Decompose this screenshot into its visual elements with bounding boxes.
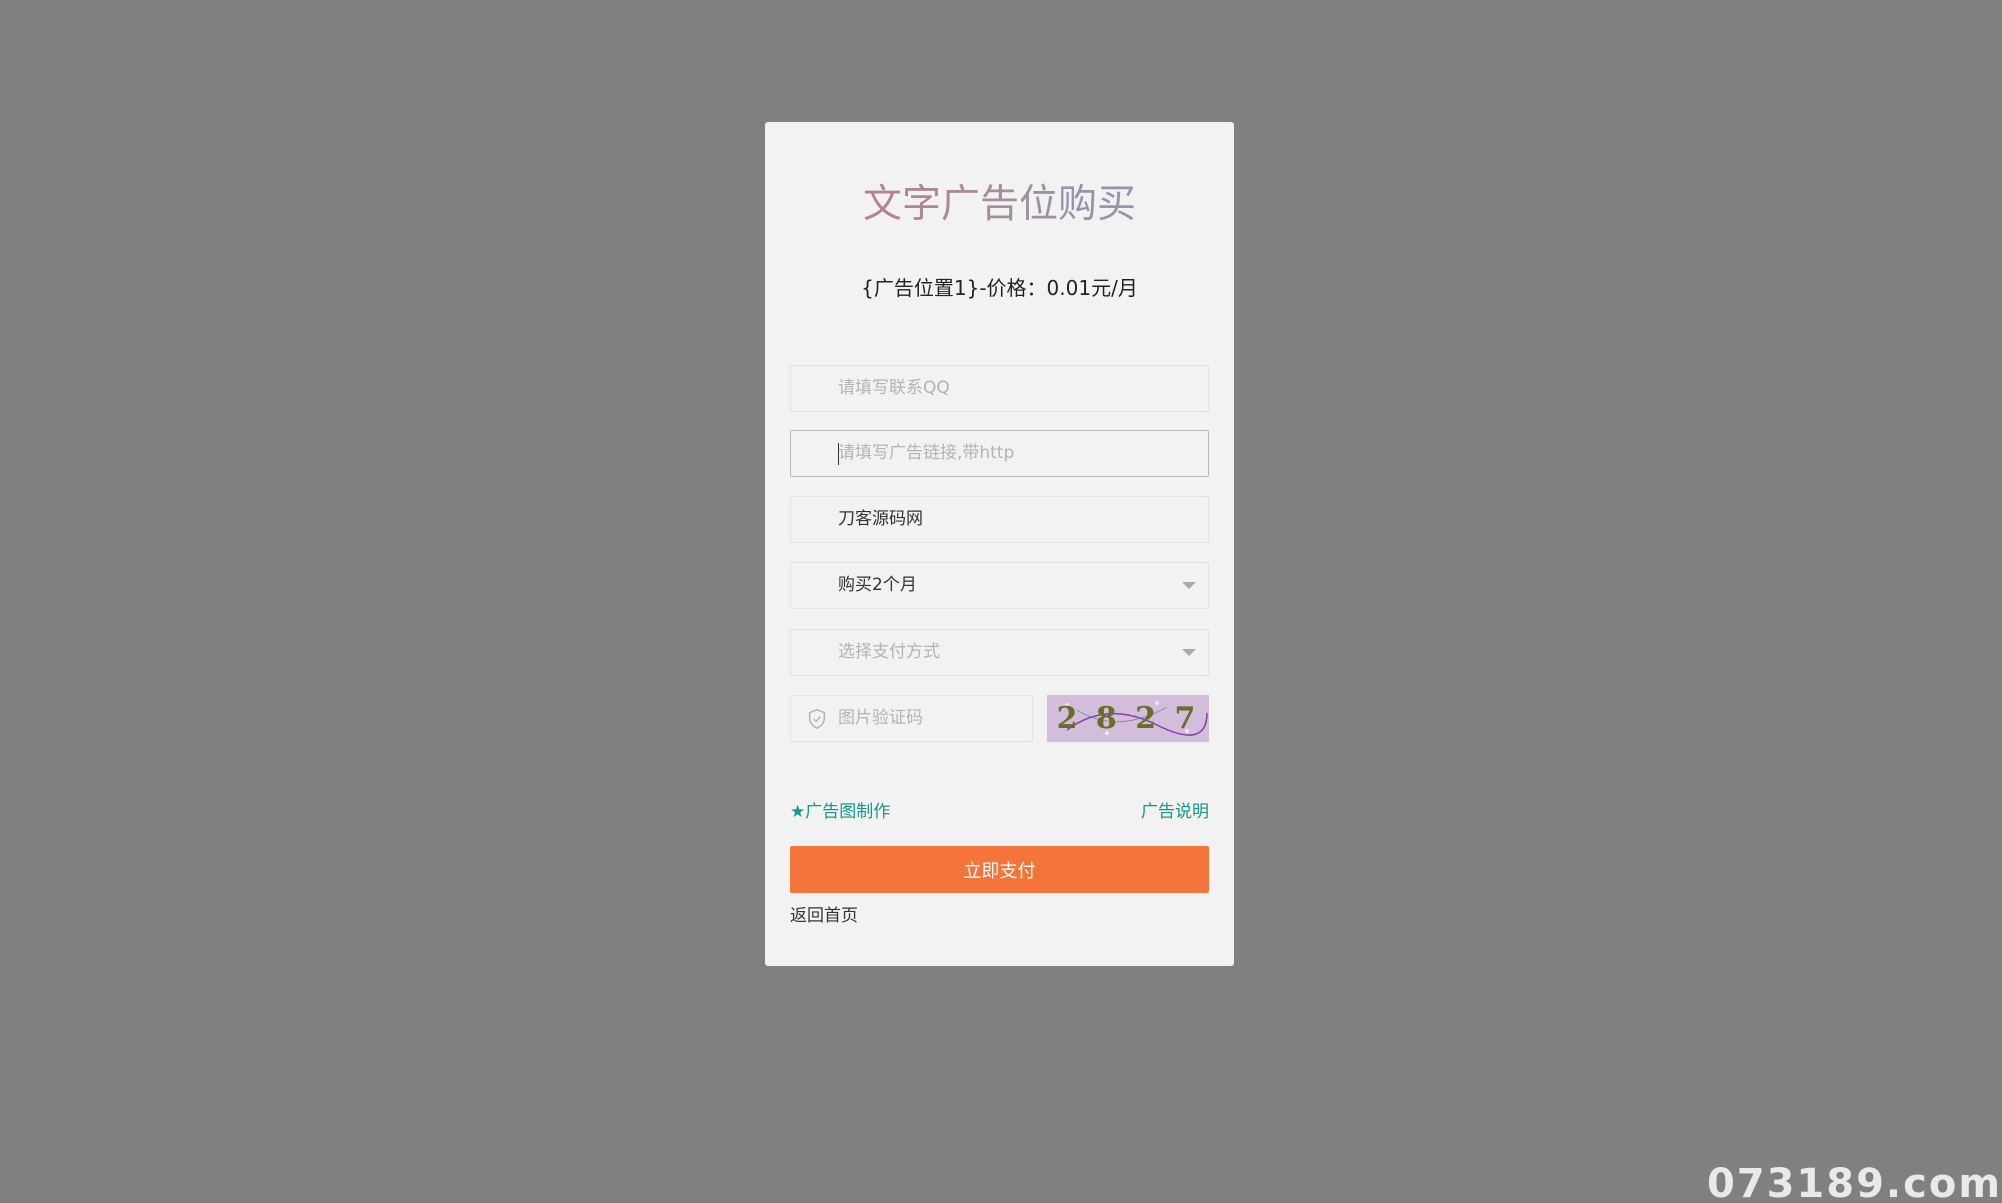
months-selected-value: 购买2个月 — [838, 575, 917, 595]
purchase-card: 文字广告位购买 {广告位置1}-价格：0.01元/月 购买2个月 选择支付方式 — [765, 122, 1234, 966]
payment-method-select[interactable]: 选择支付方式 — [790, 629, 1209, 676]
chevron-down-icon — [1182, 582, 1196, 589]
page: 文字广告位购买 {广告位置1}-价格：0.01元/月 购买2个月 选择支付方式 — [0, 0, 2002, 1203]
captcha-image[interactable]: 2 8 2 7 — [1047, 695, 1209, 742]
qq-field[interactable] — [790, 365, 1209, 412]
ad-url-field[interactable] — [790, 430, 1209, 477]
qq-input[interactable] — [838, 366, 1178, 411]
pay-now-button[interactable]: 立即支付 — [790, 846, 1209, 893]
ad-url-input[interactable] — [838, 431, 1178, 476]
ad-name-field[interactable] — [790, 496, 1209, 543]
captcha-input[interactable] — [838, 696, 1018, 741]
payment-method-placeholder: 选择支付方式 — [838, 642, 940, 662]
ad-explain-link[interactable]: 广告说明 — [1141, 798, 1209, 826]
page-title: 文字广告位购买 — [765, 177, 1234, 233]
shield-check-icon — [808, 709, 826, 729]
ad-name-input[interactable] — [838, 497, 1178, 542]
captcha-glyphs: 2 8 2 7 — [1056, 701, 1200, 736]
months-select[interactable]: 购买2个月 — [790, 562, 1209, 609]
text-cursor — [838, 443, 839, 465]
price-info: {广告位置1}-价格：0.01元/月 — [861, 276, 1138, 300]
ad-image-make-link[interactable]: ★广告图制作 — [790, 798, 890, 826]
watermark: 073189.com — [1706, 1161, 2002, 1203]
chevron-down-icon — [1182, 649, 1196, 656]
captcha-field[interactable] — [790, 695, 1033, 742]
back-home-link[interactable]: 返回首页 — [790, 902, 858, 930]
